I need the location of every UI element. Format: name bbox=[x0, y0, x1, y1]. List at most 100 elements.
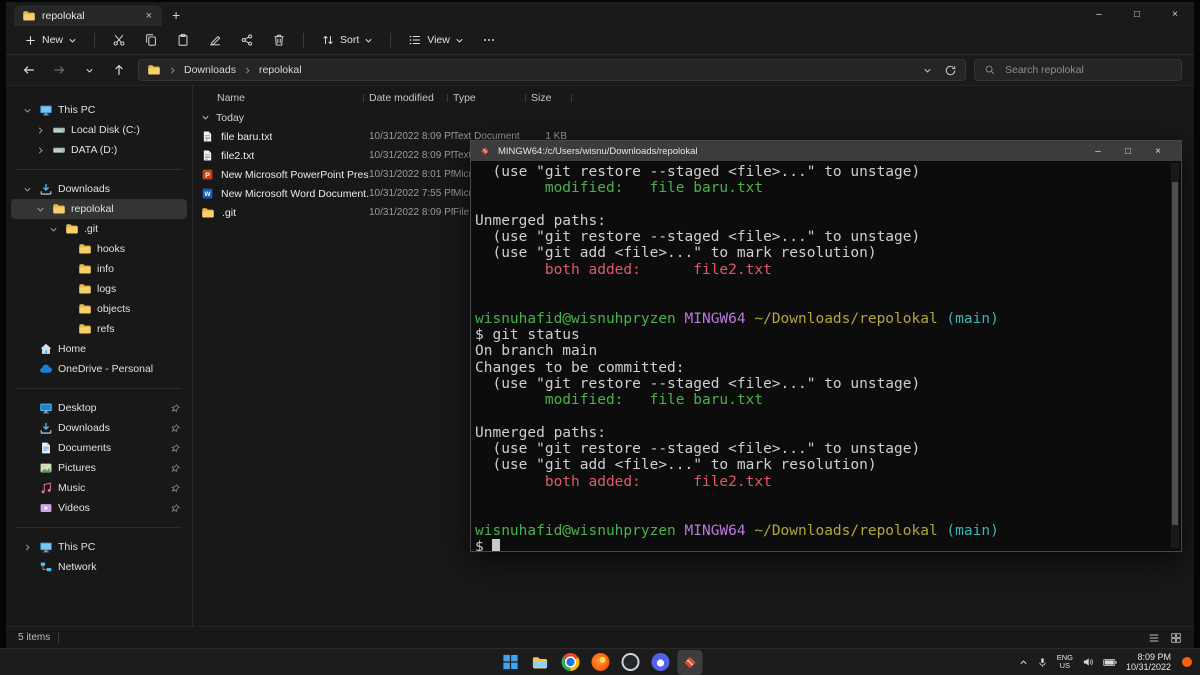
minimize-button[interactable]: – bbox=[1080, 9, 1118, 20]
recent-locations-button[interactable] bbox=[78, 59, 100, 81]
chevron-down-icon[interactable] bbox=[21, 106, 34, 115]
sidebar-item-objects[interactable]: objects bbox=[11, 299, 187, 319]
address-bar[interactable]: Downloads repolokal bbox=[138, 59, 966, 81]
tab-close-icon[interactable]: × bbox=[144, 10, 154, 22]
file-name: file2.txt bbox=[201, 149, 369, 162]
sort-button[interactable]: Sort bbox=[313, 30, 381, 50]
terminal-maximize-button[interactable]: □ bbox=[1113, 146, 1143, 157]
terminal-titlebar[interactable]: MINGW64:/c/Users/wisnu/Downloads/repolok… bbox=[471, 141, 1181, 161]
breadcrumb-downloads[interactable]: Downloads bbox=[184, 64, 236, 76]
sidebar-item-hooks[interactable]: hooks bbox=[11, 239, 187, 259]
breadcrumb-repolokal[interactable]: repolokal bbox=[259, 64, 302, 76]
sidebar-item-pictures[interactable]: Pictures bbox=[11, 458, 187, 478]
tray-chevron-up-icon[interactable] bbox=[1019, 658, 1028, 667]
terminal-minimize-button[interactable]: – bbox=[1083, 146, 1113, 157]
group-header-today[interactable]: Today bbox=[193, 108, 1194, 127]
sidebar-item-git[interactable]: .git bbox=[11, 219, 187, 239]
view-button[interactable]: View bbox=[400, 30, 472, 50]
chevron-right-icon bbox=[243, 66, 252, 75]
terminal-line bbox=[475, 408, 1167, 424]
taskbar-dark-app-icon[interactable] bbox=[618, 650, 643, 675]
sidebar-item-repolokal[interactable]: repolokal bbox=[11, 199, 187, 219]
large-icons-view-button[interactable] bbox=[1170, 632, 1182, 644]
folder-icon bbox=[147, 63, 161, 77]
sidebar-item-local-disk-c[interactable]: Local Disk (C:) bbox=[11, 120, 187, 140]
taskbar-firefox-icon[interactable] bbox=[588, 650, 613, 675]
close-button[interactable]: × bbox=[1156, 9, 1194, 20]
speaker-icon[interactable] bbox=[1082, 656, 1094, 668]
taskbar-git-bash-icon[interactable] bbox=[678, 650, 703, 675]
up-button[interactable] bbox=[108, 59, 130, 81]
sidebar-item-network[interactable]: Network bbox=[11, 557, 187, 577]
new-button[interactable]: New bbox=[16, 31, 85, 50]
delete-button[interactable] bbox=[264, 30, 294, 50]
sidebar-item-documents[interactable]: Documents bbox=[11, 438, 187, 458]
taskbar-file-explorer-icon[interactable] bbox=[528, 650, 553, 675]
search-box[interactable] bbox=[974, 59, 1182, 81]
column-header-size[interactable]: Size bbox=[531, 92, 577, 104]
new-button-label: New bbox=[42, 34, 63, 46]
chevron-right-icon[interactable] bbox=[21, 543, 34, 552]
chevron-down-icon[interactable] bbox=[47, 225, 60, 234]
copy-button[interactable] bbox=[136, 30, 166, 50]
terminal-window[interactable]: MINGW64:/c/Users/wisnu/Downloads/repolok… bbox=[470, 140, 1182, 552]
rename-button[interactable] bbox=[200, 30, 230, 50]
notification-badge[interactable] bbox=[1182, 657, 1192, 667]
new-tab-button[interactable]: + bbox=[172, 7, 180, 23]
cloud-icon bbox=[38, 362, 54, 376]
taskbar-start-icon[interactable] bbox=[498, 650, 523, 675]
sidebar-item-data-d[interactable]: DATA (D:) bbox=[11, 140, 187, 160]
sidebar-item-this-pc[interactable]: This PC bbox=[11, 100, 187, 120]
network-icon bbox=[38, 560, 54, 574]
terminal-line: (use "git add <file>..." to mark resolut… bbox=[475, 457, 1167, 473]
chevron-down-icon bbox=[68, 36, 77, 45]
column-header-type[interactable]: Type bbox=[453, 92, 531, 104]
sidebar-item-onedrive-personal[interactable]: OneDrive - Personal bbox=[11, 359, 187, 379]
clock[interactable]: 8:09 PM 10/31/2022 bbox=[1126, 652, 1171, 673]
chevron-right-icon[interactable] bbox=[34, 146, 47, 155]
trash-icon bbox=[272, 33, 286, 47]
refresh-icon[interactable] bbox=[944, 64, 957, 77]
more-options-button[interactable] bbox=[474, 30, 504, 50]
address-dropdown-icon[interactable] bbox=[923, 66, 932, 75]
sidebar-item-label: Pictures bbox=[58, 462, 96, 474]
chevron-right-icon[interactable] bbox=[34, 126, 47, 135]
taskbar-chrome-icon[interactable] bbox=[558, 650, 583, 675]
maximize-button[interactable]: □ bbox=[1118, 9, 1156, 20]
sidebar-item-desktop[interactable]: Desktop bbox=[11, 398, 187, 418]
sidebar-item-downloads[interactable]: Downloads bbox=[11, 179, 187, 199]
chevron-down-icon[interactable] bbox=[34, 205, 47, 214]
column-header-date-modified[interactable]: Date modified bbox=[369, 92, 453, 104]
sidebar-item-info[interactable]: info bbox=[11, 259, 187, 279]
sidebar-item-videos[interactable]: Videos bbox=[11, 498, 187, 518]
share-button[interactable] bbox=[232, 30, 262, 50]
mic-icon[interactable] bbox=[1037, 657, 1048, 668]
plus-icon bbox=[24, 34, 37, 47]
cut-button[interactable] bbox=[104, 30, 134, 50]
chevron-down-icon[interactable] bbox=[21, 185, 34, 194]
sidebar-item-label: Downloads bbox=[58, 183, 110, 195]
column-header-name[interactable]: Name bbox=[201, 92, 369, 104]
sidebar-item-label: Local Disk (C:) bbox=[71, 124, 140, 136]
explorer-tab[interactable]: repolokal × bbox=[14, 5, 162, 26]
terminal-scrollbar[interactable] bbox=[1171, 163, 1179, 548]
back-button[interactable] bbox=[18, 59, 40, 81]
search-input[interactable] bbox=[1003, 63, 1172, 77]
sidebar-item-refs[interactable]: refs bbox=[11, 319, 187, 339]
sidebar-divider bbox=[16, 169, 182, 170]
forward-button[interactable] bbox=[48, 59, 70, 81]
folder-icon bbox=[201, 206, 215, 220]
battery-icon[interactable] bbox=[1103, 658, 1117, 667]
terminal-output[interactable]: (use "git restore --staged <file>..." to… bbox=[471, 161, 1181, 551]
sidebar-item-downloads[interactable]: Downloads bbox=[11, 418, 187, 438]
scrollbar-thumb[interactable] bbox=[1172, 182, 1178, 525]
language-indicator[interactable]: ENG US bbox=[1057, 654, 1073, 670]
terminal-close-button[interactable]: × bbox=[1143, 146, 1173, 157]
taskbar-blue-app-icon[interactable] bbox=[648, 650, 673, 675]
sidebar-item-this-pc[interactable]: This PC bbox=[11, 537, 187, 557]
sidebar-item-logs[interactable]: logs bbox=[11, 279, 187, 299]
details-view-button[interactable] bbox=[1148, 632, 1160, 644]
sidebar-item-music[interactable]: Music bbox=[11, 478, 187, 498]
sidebar-item-home[interactable]: Home bbox=[11, 339, 187, 359]
paste-button[interactable] bbox=[168, 30, 198, 50]
